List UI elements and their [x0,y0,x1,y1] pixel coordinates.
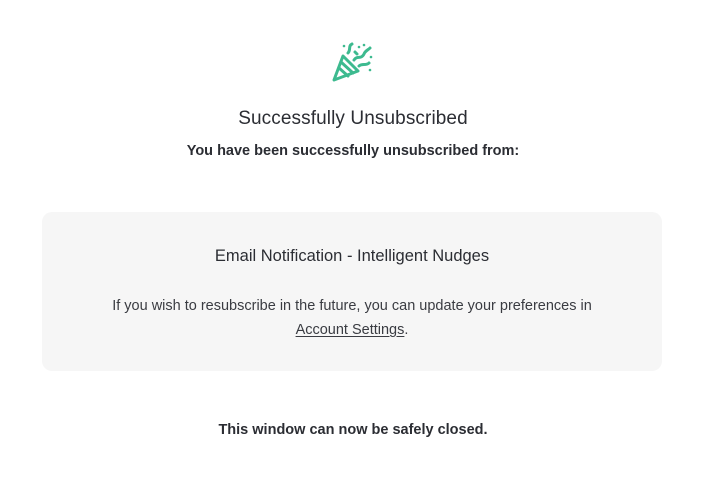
page-subtitle: You have been successfully unsubscribed … [186,143,520,159]
close-window-note: This window can now be safely closed. [218,422,488,438]
unsubscribe-card: Email Notification - Intelligent Nudges … [42,212,662,371]
resubscribe-text: If you wish to resubscribe in the future… [112,298,592,314]
resubscribe-link-line: Account Settings. [42,318,662,342]
subscription-name: Email Notification - Intelligent Nudges [214,247,490,265]
party-popper-icon [331,40,375,84]
page-title: Successfully Unsubscribed [238,108,468,129]
account-settings-link[interactable]: Account Settings [296,322,405,338]
resubscribe-message: If you wish to resubscribe in the future… [42,294,662,342]
link-suffix: . [404,322,409,338]
